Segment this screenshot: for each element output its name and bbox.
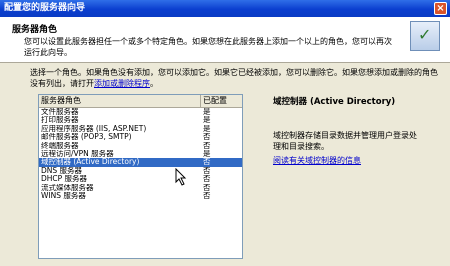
- read-about-domain-controller-link[interactable]: 阅读有关域控制器的信息: [273, 155, 361, 166]
- column-header-role[interactable]: 服务器角色: [39, 95, 201, 107]
- role-name: 邮件服务器 (POP3, SMTP): [41, 133, 132, 142]
- list-item[interactable]: DNS 服务器否: [39, 166, 242, 175]
- close-button[interactable]: ×: [434, 2, 447, 15]
- role-detail-title: 域控制器 (Active Directory): [273, 97, 396, 107]
- list-item-selected[interactable]: 域控制器 (Active Directory) 否: [39, 157, 242, 167]
- list-item[interactable]: WINS 服务器 否: [39, 190, 242, 200]
- role-configured: 否: [203, 190, 211, 200]
- column-header-configured[interactable]: 已配置: [201, 95, 242, 107]
- mouse-cursor-icon: [175, 168, 187, 186]
- list-item[interactable]: 远程访问/VPN 服务器是: [39, 149, 242, 158]
- role-name: 应用程序服务器 (IIS, ASP.NET): [41, 124, 147, 133]
- list-item[interactable]: 文件服务器是: [39, 107, 242, 116]
- intro-text-end: 。: [150, 79, 158, 88]
- list-item[interactable]: 应用程序服务器 (IIS, ASP.NET) 是: [39, 124, 242, 133]
- window-title: 配置您的服务器向导: [4, 3, 86, 13]
- title-bar: 配置您的服务器向导 ×: [0, 0, 450, 17]
- role-name: 文件服务器: [41, 108, 79, 116]
- role-detail-description: 域控制器存储目录数据并管理用户登录处理和目录搜索。: [273, 131, 417, 151]
- role-name: 打印服务器: [41, 116, 79, 125]
- list-item[interactable]: 终端服务器否: [39, 141, 242, 150]
- server-role-list[interactable]: 服务器角色 已配置 文件服务器是 打印服务器是 应用程序服务器 (IIS, AS…: [38, 94, 243, 259]
- role-name: WINS 服务器: [41, 191, 86, 200]
- intro-text-body: 选择一个角色。如果角色没有添加，您可以添加它。如果它已经被添加，您可以删除它。如…: [30, 68, 438, 88]
- add-remove-programs-link[interactable]: 添加或删除程序: [94, 79, 150, 88]
- list-item[interactable]: DHCP 服务器否: [39, 174, 242, 183]
- page-description: 您可以设置此服务器担任一个或多个特定角色。如果您想在此服务器上添加一个以上的角色…: [24, 37, 392, 57]
- role-name: 终端服务器: [41, 141, 79, 150]
- intro-text: 选择一个角色。如果角色没有添加，您可以添加它。如果它已经被添加，您可以删除它。如…: [30, 67, 445, 89]
- list-item[interactable]: 流式媒体服务器否: [39, 183, 242, 192]
- list-item[interactable]: 邮件服务器 (POP3, SMTP) 否: [39, 132, 242, 142]
- list-header: 服务器角色 已配置: [39, 95, 242, 108]
- wizard-header: 服务器角色 您可以设置此服务器担任一个或多个特定角色。如果您想在此服务器上添加一…: [0, 17, 450, 63]
- role-name: 远程访问/VPN 服务器: [41, 149, 114, 158]
- role-name: 域控制器 (Active Directory): [41, 158, 140, 167]
- page-title: 服务器角色: [12, 25, 58, 35]
- server-checklist-icon: ✓: [410, 21, 440, 51]
- list-item[interactable]: 打印服务器是: [39, 115, 242, 125]
